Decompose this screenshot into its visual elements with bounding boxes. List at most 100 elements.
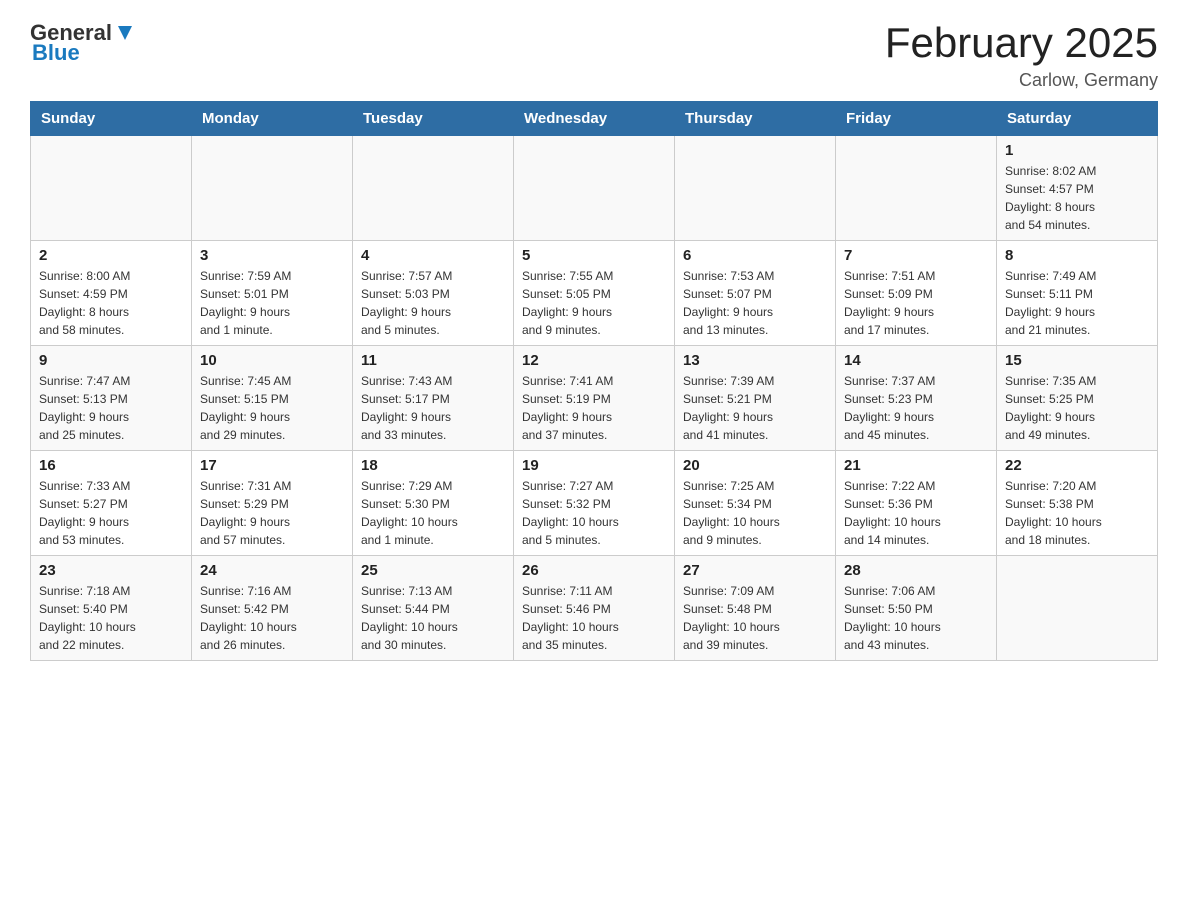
day-number: 21 xyxy=(844,457,988,474)
day-number: 27 xyxy=(683,562,827,579)
day-info: Sunrise: 7:25 AM Sunset: 5:34 PM Dayligh… xyxy=(683,477,827,549)
calendar-cell-w5-d3: 25 Sunrise: 7:13 AM Sunset: 5:44 PM Dayli… xyxy=(353,556,514,661)
calendar-cell-w3-d3: 11 Sunrise: 7:43 AM Sunset: 5:17 PM Dayli… xyxy=(353,346,514,451)
calendar-cell-w4-d1: 16 Sunrise: 7:33 AM Sunset: 5:27 PM Dayli… xyxy=(31,451,192,556)
day-number: 12 xyxy=(522,352,666,369)
calendar-cell-w1-d6 xyxy=(836,136,997,241)
calendar-cell-w4-d4: 19 Sunrise: 7:27 AM Sunset: 5:32 PM Dayli… xyxy=(514,451,675,556)
day-number: 14 xyxy=(844,352,988,369)
calendar-cell-w3-d1: 9 Sunrise: 7:47 AM Sunset: 5:13 PM Daylig… xyxy=(31,346,192,451)
col-sunday: Sunday xyxy=(31,102,192,136)
calendar-cell-w1-d1 xyxy=(31,136,192,241)
calendar-cell-w3-d2: 10 Sunrise: 7:45 AM Sunset: 5:15 PM Dayli… xyxy=(192,346,353,451)
page-header: General Blue February 2025 Carlow, Germa… xyxy=(30,20,1158,91)
calendar-cell-w2-d6: 7Sunrise: 7:51 AM Sunset: 5:09 PM Daylig… xyxy=(836,241,997,346)
day-number: 15 xyxy=(1005,352,1149,369)
calendar-cell-w4-d7: 22 Sunrise: 7:20 AM Sunset: 5:38 PM Dayli… xyxy=(997,451,1158,556)
day-number: 28 xyxy=(844,562,988,579)
month-title: February 2025 xyxy=(885,20,1158,66)
day-number: 20 xyxy=(683,457,827,474)
day-number: 9 xyxy=(39,352,183,369)
day-number: 1 xyxy=(1005,142,1149,159)
calendar-cell-w5-d1: 23 Sunrise: 7:18 AM Sunset: 5:40 PM Dayli… xyxy=(31,556,192,661)
day-number: 13 xyxy=(683,352,827,369)
logo-text-blue: Blue xyxy=(32,40,80,66)
day-number: 25 xyxy=(361,562,505,579)
calendar-cell-w1-d4 xyxy=(514,136,675,241)
calendar-week-2: 2 Sunrise: 8:00 AM Sunset: 4:59 PM Daylig… xyxy=(31,241,1158,346)
day-number: 22 xyxy=(1005,457,1149,474)
day-info: Sunrise: 7:53 AM Sunset: 5:07 PM Dayligh… xyxy=(683,267,827,339)
day-info: Sunrise: 7:13 AM Sunset: 5:44 PM Dayligh… xyxy=(361,582,505,654)
calendar-cell-w1-d3 xyxy=(353,136,514,241)
calendar-table: Sunday Monday Tuesday Wednesday Thursday… xyxy=(30,101,1158,661)
col-wednesday: Wednesday xyxy=(514,102,675,136)
calendar-cell-w1-d2 xyxy=(192,136,353,241)
day-number: 23 xyxy=(39,562,183,579)
day-number: 26 xyxy=(522,562,666,579)
calendar-header-row: Sunday Monday Tuesday Wednesday Thursday… xyxy=(31,102,1158,136)
day-info: Sunrise: 7:31 AM Sunset: 5:29 PM Dayligh… xyxy=(200,477,344,549)
day-info: Sunrise: 7:45 AM Sunset: 5:15 PM Dayligh… xyxy=(200,372,344,444)
calendar-cell-w2-d4: 5 Sunrise: 7:55 AM Sunset: 5:05 PM Daylig… xyxy=(514,241,675,346)
col-tuesday: Tuesday xyxy=(353,102,514,136)
day-info: Sunrise: 7:11 AM Sunset: 5:46 PM Dayligh… xyxy=(522,582,666,654)
calendar-cell-w3-d7: 15 Sunrise: 7:35 AM Sunset: 5:25 PM Dayli… xyxy=(997,346,1158,451)
calendar-cell-w1-d7: 1 Sunrise: 8:02 AM Sunset: 4:57 PM Daylig… xyxy=(997,136,1158,241)
day-info: Sunrise: 7:39 AM Sunset: 5:21 PM Dayligh… xyxy=(683,372,827,444)
day-info: Sunrise: 7:33 AM Sunset: 5:27 PM Dayligh… xyxy=(39,477,183,549)
calendar-cell-w5-d6: 28 Sunrise: 7:06 AM Sunset: 5:50 PM Dayli… xyxy=(836,556,997,661)
col-monday: Monday xyxy=(192,102,353,136)
calendar-week-1: 1 Sunrise: 8:02 AM Sunset: 4:57 PM Daylig… xyxy=(31,136,1158,241)
col-thursday: Thursday xyxy=(675,102,836,136)
calendar-cell-w5-d4: 26 Sunrise: 7:11 AM Sunset: 5:46 PM Dayli… xyxy=(514,556,675,661)
calendar-week-3: 9 Sunrise: 7:47 AM Sunset: 5:13 PM Daylig… xyxy=(31,346,1158,451)
logo: General Blue xyxy=(30,20,136,66)
day-number: 18 xyxy=(361,457,505,474)
logo-triangle-icon xyxy=(114,22,136,44)
day-info: Sunrise: 7:43 AM Sunset: 5:17 PM Dayligh… xyxy=(361,372,505,444)
day-number: 16 xyxy=(39,457,183,474)
calendar-cell-w2-d3: 4Sunrise: 7:57 AM Sunset: 5:03 PM Daylig… xyxy=(353,241,514,346)
day-number: 5 xyxy=(522,247,666,264)
day-info: Sunrise: 7:18 AM Sunset: 5:40 PM Dayligh… xyxy=(39,582,183,654)
day-info: Sunrise: 7:29 AM Sunset: 5:30 PM Dayligh… xyxy=(361,477,505,549)
day-info: Sunrise: 7:09 AM Sunset: 5:48 PM Dayligh… xyxy=(683,582,827,654)
location: Carlow, Germany xyxy=(885,70,1158,91)
day-number: 10 xyxy=(200,352,344,369)
day-info: Sunrise: 7:49 AM Sunset: 5:11 PM Dayligh… xyxy=(1005,267,1149,339)
day-info: Sunrise: 7:37 AM Sunset: 5:23 PM Dayligh… xyxy=(844,372,988,444)
calendar-cell-w3-d4: 12Sunrise: 7:41 AM Sunset: 5:19 PM Dayli… xyxy=(514,346,675,451)
calendar-cell-w2-d7: 8 Sunrise: 7:49 AM Sunset: 5:11 PM Daylig… xyxy=(997,241,1158,346)
calendar-cell-w4-d5: 20 Sunrise: 7:25 AM Sunset: 5:34 PM Dayli… xyxy=(675,451,836,556)
title-section: February 2025 Carlow, Germany xyxy=(885,20,1158,91)
day-number: 8 xyxy=(1005,247,1149,264)
col-saturday: Saturday xyxy=(997,102,1158,136)
day-info: Sunrise: 7:35 AM Sunset: 5:25 PM Dayligh… xyxy=(1005,372,1149,444)
day-info: Sunrise: 7:22 AM Sunset: 5:36 PM Dayligh… xyxy=(844,477,988,549)
calendar-cell-w4-d2: 17Sunrise: 7:31 AM Sunset: 5:29 PM Dayli… xyxy=(192,451,353,556)
calendar-cell-w1-d5 xyxy=(675,136,836,241)
col-friday: Friday xyxy=(836,102,997,136)
day-number: 7 xyxy=(844,247,988,264)
day-info: Sunrise: 8:00 AM Sunset: 4:59 PM Dayligh… xyxy=(39,267,183,339)
calendar-week-5: 23 Sunrise: 7:18 AM Sunset: 5:40 PM Dayli… xyxy=(31,556,1158,661)
calendar-cell-w2-d5: 6 Sunrise: 7:53 AM Sunset: 5:07 PM Daylig… xyxy=(675,241,836,346)
calendar-cell-w4-d6: 21 Sunrise: 7:22 AM Sunset: 5:36 PM Dayli… xyxy=(836,451,997,556)
day-info: Sunrise: 7:16 AM Sunset: 5:42 PM Dayligh… xyxy=(200,582,344,654)
calendar-cell-w2-d2: 3Sunrise: 7:59 AM Sunset: 5:01 PM Daylig… xyxy=(192,241,353,346)
day-number: 24 xyxy=(200,562,344,579)
day-info: Sunrise: 7:20 AM Sunset: 5:38 PM Dayligh… xyxy=(1005,477,1149,549)
day-info: Sunrise: 7:55 AM Sunset: 5:05 PM Dayligh… xyxy=(522,267,666,339)
day-info: Sunrise: 8:02 AM Sunset: 4:57 PM Dayligh… xyxy=(1005,162,1149,234)
calendar-cell-w4-d3: 18 Sunrise: 7:29 AM Sunset: 5:30 PM Dayli… xyxy=(353,451,514,556)
day-number: 19 xyxy=(522,457,666,474)
calendar-cell-w3-d5: 13 Sunrise: 7:39 AM Sunset: 5:21 PM Dayli… xyxy=(675,346,836,451)
day-info: Sunrise: 7:06 AM Sunset: 5:50 PM Dayligh… xyxy=(844,582,988,654)
day-info: Sunrise: 7:27 AM Sunset: 5:32 PM Dayligh… xyxy=(522,477,666,549)
day-info: Sunrise: 7:47 AM Sunset: 5:13 PM Dayligh… xyxy=(39,372,183,444)
day-number: 2 xyxy=(39,247,183,264)
day-number: 11 xyxy=(361,352,505,369)
day-number: 6 xyxy=(683,247,827,264)
calendar-cell-w3-d6: 14 Sunrise: 7:37 AM Sunset: 5:23 PM Dayli… xyxy=(836,346,997,451)
